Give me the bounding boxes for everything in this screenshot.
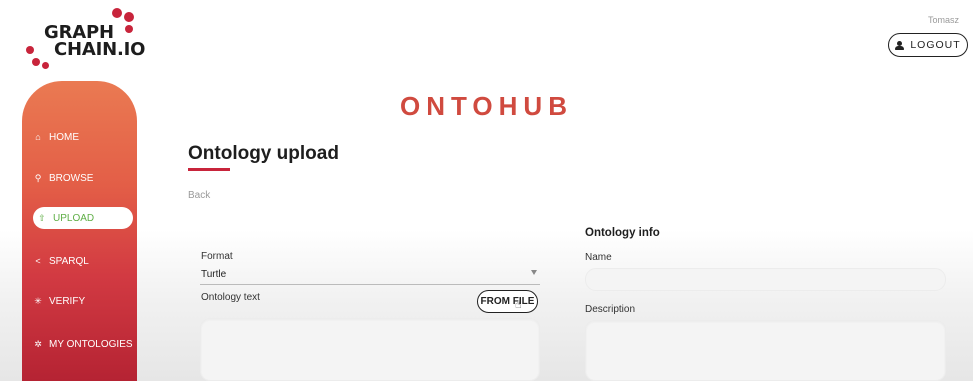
logo-dot (32, 58, 40, 66)
share-icon: < (35, 256, 41, 266)
sidebar-item-label: VERIFY (49, 295, 86, 307)
from-file-button[interactable]: FROM FILE (477, 290, 538, 313)
description-label: Description (585, 304, 636, 315)
sidebar-item-label: HOME (49, 131, 79, 143)
logo-dot (42, 62, 49, 69)
username: Tomasz (927, 15, 959, 25)
sidebar-item-label: BROWSE (49, 172, 94, 184)
app-title: ONTOHUB (400, 91, 573, 121)
dropdown-arrow-icon (531, 270, 537, 275)
verify-icon: ✳ (34, 295, 42, 306)
sidebar-item-browse[interactable]: ⚲ BROWSE (32, 167, 94, 189)
title-underline (188, 168, 230, 171)
gear-icon: ✲ (34, 338, 42, 349)
ontology-info-title: Ontology info (585, 227, 660, 239)
logout-button[interactable]: LOGOUT (888, 33, 968, 57)
logo-text-chain: CHAIN.IO (54, 39, 146, 60)
graphchain-logo[interactable]: GRAPH CHAIN.IO (22, 8, 146, 70)
sidebar-item-verify[interactable]: ✳ VERIFY (32, 290, 85, 312)
sidebar-item-sparql[interactable]: < SPARQL (32, 250, 89, 272)
format-label: Format (201, 251, 233, 262)
sidebar-item-home[interactable]: ⌂ HOME (32, 126, 79, 148)
name-input[interactable] (585, 268, 946, 291)
logo-dot (112, 8, 122, 18)
logo-dot (124, 12, 134, 22)
back-link[interactable]: Back (188, 190, 210, 201)
upload-icon: ⇧ (38, 212, 46, 223)
sidebar: ⌂ HOME ⚲ BROWSE ⇧ UPLOAD < SPARQL ✳ VERI… (22, 81, 137, 381)
logo-dot (125, 25, 133, 33)
ontology-text-area[interactable] (200, 318, 540, 381)
description-textarea[interactable] (585, 320, 946, 381)
sidebar-item-label: UPLOAD (53, 212, 95, 224)
logo-dot (26, 46, 34, 54)
name-label: Name (585, 252, 612, 263)
sidebar-item-label: SPARQL (49, 255, 89, 267)
logout-label: LOGOUT (910, 39, 961, 51)
format-select[interactable]: Turtle (200, 265, 540, 285)
sidebar-item-my-ontologies[interactable]: ✲ MY ONTOLOGIES (32, 333, 133, 355)
home-icon: ⌂ (35, 132, 41, 142)
sidebar-item-label: MY ONTOLOGIES (49, 338, 133, 350)
search-icon: ⚲ (34, 172, 42, 183)
ontology-text-label: Ontology text (201, 292, 260, 303)
page-title: Ontology upload (188, 143, 339, 164)
format-select-value: Turtle (201, 269, 227, 280)
user-icon (895, 40, 905, 50)
sidebar-item-upload[interactable]: ⇧ UPLOAD (33, 207, 133, 229)
